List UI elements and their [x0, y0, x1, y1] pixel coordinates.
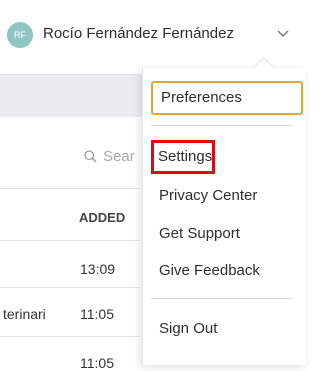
menu-item-privacy-center[interactable]: Privacy Center	[151, 180, 257, 212]
menu-item-give-feedback[interactable]: Give Feedback	[151, 255, 260, 287]
divider	[0, 188, 140, 189]
table-cell-name: terinari	[3, 306, 46, 322]
user-menu-toggle[interactable]: Rocío Fernández Fernández	[43, 25, 234, 42]
table-cell-time: 11:05	[80, 306, 114, 322]
table-cell-time: 13:09	[80, 261, 116, 277]
search-icon	[84, 149, 97, 163]
menu-item-preferences[interactable]: Preferences	[151, 81, 303, 115]
menu-divider	[151, 125, 293, 126]
column-header-added[interactable]: ADDED	[79, 210, 125, 225]
divider	[0, 287, 140, 288]
menu-item-settings[interactable]: Settings	[151, 140, 216, 174]
search-field[interactable]: Sear	[84, 144, 135, 168]
divider	[0, 336, 140, 337]
divider	[0, 240, 140, 241]
menu-item-get-support[interactable]: Get Support	[151, 218, 240, 250]
menu-divider	[151, 298, 293, 299]
menu-item-sign-out[interactable]: Sign Out	[151, 313, 217, 345]
search-placeholder: Sear	[103, 147, 135, 165]
table-cell-time: 11:05	[80, 355, 114, 371]
chevron-down-icon[interactable]	[277, 30, 289, 38]
avatar[interactable]: RF	[7, 22, 33, 48]
